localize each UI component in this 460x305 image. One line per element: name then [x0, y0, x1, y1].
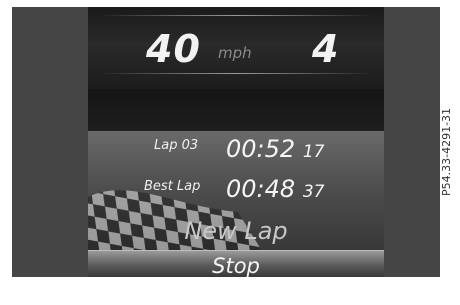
gear-indicator: 4	[312, 27, 339, 71]
stop-button[interactable]: Stop	[88, 250, 384, 277]
new-lap-button[interactable]: New Lap	[88, 215, 384, 247]
spacer-band	[88, 89, 384, 131]
lap-time: 00:52 17	[226, 135, 324, 163]
image-code-label: P54.33-4291-31	[440, 107, 453, 196]
best-lap-time-main: 00:48	[226, 175, 296, 203]
race-timer-screen: 40 mph 4 Lap 03 00:52 17 Best Lap 00:48 …	[88, 7, 384, 277]
divider	[98, 73, 374, 74]
best-lap-time-fraction: 37	[302, 182, 325, 202]
best-lap-label: Best Lap	[144, 179, 201, 194]
speed-gear-bar: 40 mph 4	[88, 7, 384, 89]
best-lap-time: 00:48 37	[226, 175, 324, 203]
speed-value: 40	[146, 27, 201, 71]
lap-time-main: 00:52	[226, 135, 296, 163]
speed-unit: mph	[218, 44, 252, 62]
lap-label: Lap 03	[154, 138, 199, 153]
divider	[98, 15, 374, 16]
lap-time-fraction: 17	[302, 142, 325, 162]
